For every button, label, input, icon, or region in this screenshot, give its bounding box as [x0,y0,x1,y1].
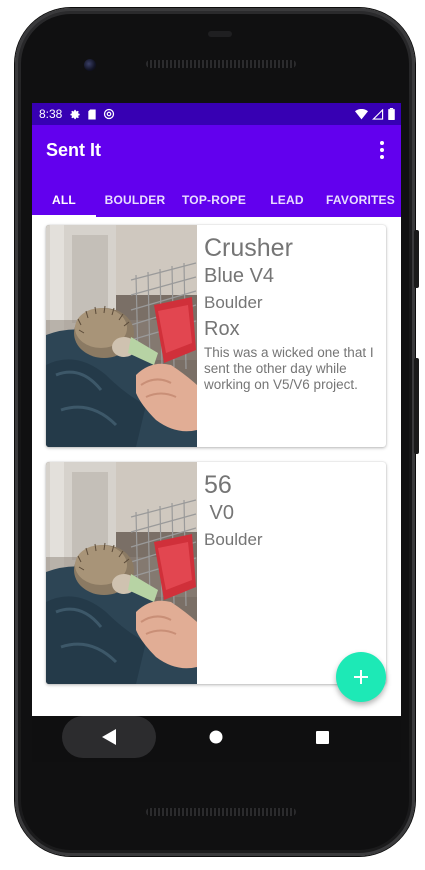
system-nav-bar [32,716,401,762]
tab-boulder[interactable]: BOULDER [96,183,174,217]
screen: 8:38 Sent It ALL BOULDER TOP-ROPE LEAD F… [32,103,401,716]
climb-name: 56 [204,471,232,499]
climb-details: Crusher Blue V4 Boulder Rox This was a w… [204,233,380,393]
wifi-icon [355,108,368,119]
sd-card-icon [88,108,97,120]
climb-name: Crusher [204,234,293,262]
front-camera [84,59,96,71]
recents-icon [315,730,329,744]
climb-card[interactable]: Crusher Blue V4 Boulder Rox This was a w… [46,225,386,447]
climb-card[interactable]: 56 V0 Boulder [46,462,386,684]
climb-type: Boulder [204,530,263,549]
climb-grade: V0 [204,502,235,524]
earpiece-speaker [146,60,296,68]
settings-icon [70,109,80,119]
volume-button [414,358,419,454]
climb-photo [46,462,197,684]
climb-details: 56 V0 Boulder [204,470,380,553]
more-vert-icon[interactable] [373,139,391,161]
power-button [414,230,419,288]
back-button[interactable] [94,722,124,752]
add-climb-button[interactable] [336,652,386,702]
status-notification-icons [70,108,115,120]
home-button[interactable] [201,722,231,752]
tab-top-rope[interactable]: TOP-ROPE [174,183,254,217]
tab-favorites[interactable]: FAVORITES [320,183,401,217]
status-bar: 8:38 [32,103,401,125]
cell-signal-icon [372,108,384,120]
climb-list[interactable]: Crusher Blue V4 Boulder Rox This was a w… [32,217,401,716]
app-title: Sent It [46,140,102,160]
climb-photo [46,225,197,447]
back-icon [102,729,116,745]
tab-lead[interactable]: LEAD [254,183,320,217]
add-icon [354,670,368,684]
status-time: 8:38 [39,107,63,121]
battery-icon [388,108,395,120]
climb-description: This was a wicked one that I sent the ot… [204,345,374,392]
climb-grade: Blue V4 [204,265,275,287]
at-sign-icon [104,108,115,120]
home-icon [209,730,223,744]
proximity-sensor [208,31,232,37]
status-system-icons [355,108,395,120]
climb-setter: Rox [204,318,240,340]
recents-button[interactable] [307,722,337,752]
tab-all[interactable]: ALL [32,183,96,217]
bottom-speaker [146,808,296,816]
climb-type: Boulder [204,293,263,312]
tab-bar: ALL BOULDER TOP-ROPE LEAD FAVORITES [32,183,401,217]
app-bar: Sent It ALL BOULDER TOP-ROPE LEAD FAVORI… [32,125,401,217]
